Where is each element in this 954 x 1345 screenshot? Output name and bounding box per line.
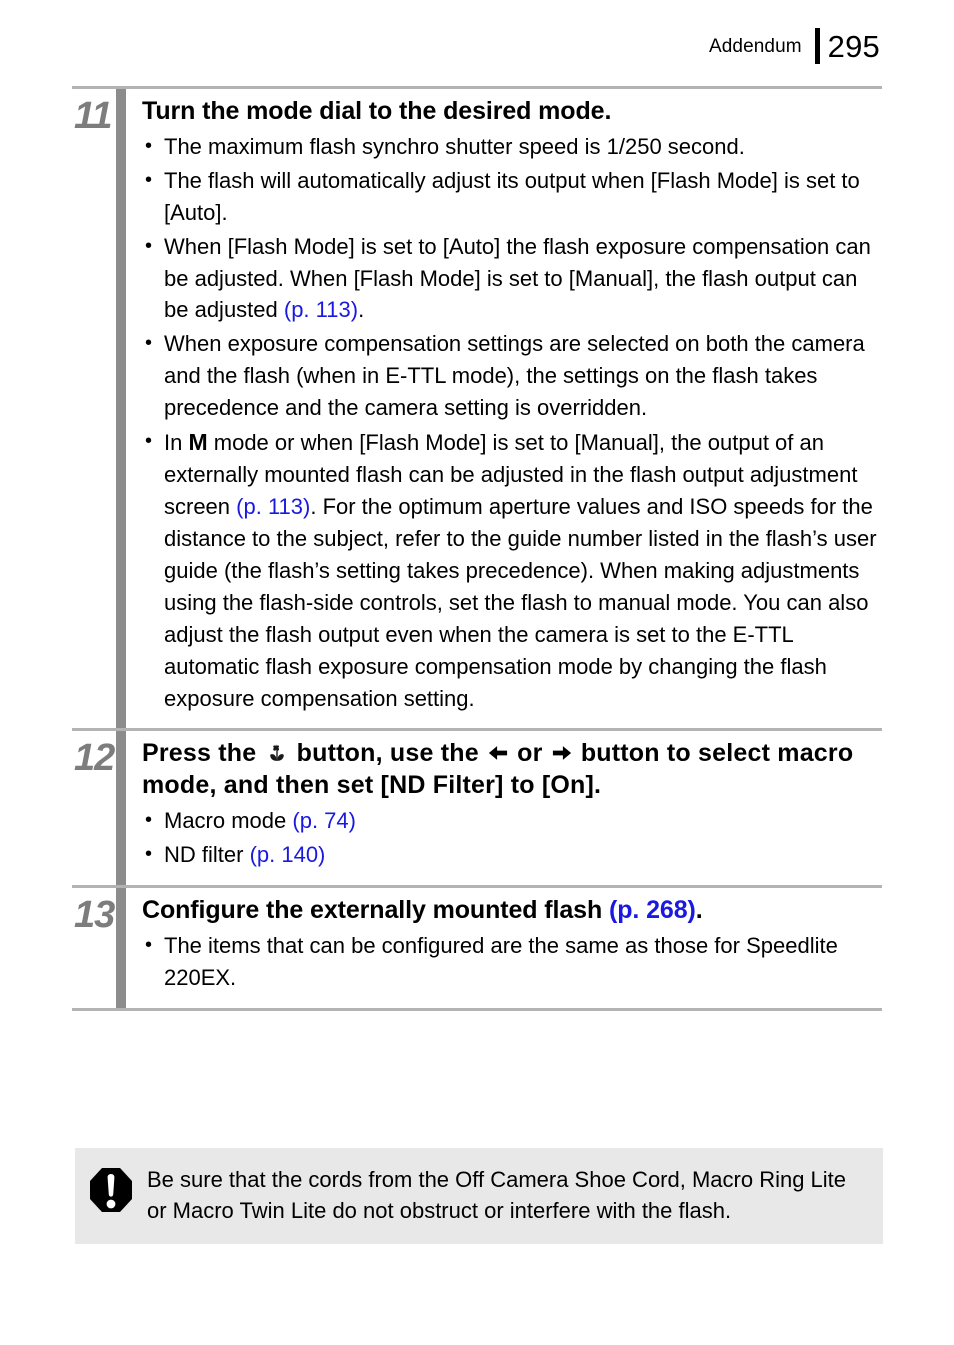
step-title-13: Configure the externally mounted flash (…	[142, 894, 882, 926]
bullet-text: In	[164, 430, 189, 456]
step-bullet-list-11: The maximum flash synchro shutter speed …	[142, 131, 882, 714]
macro-flower-icon	[266, 740, 288, 762]
bullet-text-tail: . For the optimum aperture values and IS…	[164, 494, 877, 711]
list-item: When [Flash Mode] is set to [Auto] the f…	[142, 231, 882, 327]
list-item: The flash will automatically adjust its …	[142, 165, 882, 229]
step-block-13: 13 Configure the externally mounted flas…	[72, 888, 882, 1009]
step-number-11: 11	[72, 89, 116, 728]
page-reference-link[interactable]: (p. 140)	[250, 842, 326, 867]
list-item: In M mode or when [Flash Mode] is set to…	[142, 426, 882, 714]
step-accent-bar	[116, 731, 126, 886]
step-body-12: Press the button, use the or button to s…	[142, 731, 882, 885]
step-body-13: Configure the externally mounted flash (…	[142, 888, 882, 1008]
step-number-label: 13	[74, 894, 115, 937]
step-title-part: or	[509, 739, 550, 768]
step-number-label: 12	[74, 737, 115, 780]
list-item: The maximum flash synchro shutter speed …	[142, 131, 882, 163]
bullet-text: The flash will automatically adjust its …	[164, 167, 860, 225]
step-number-label: 11	[74, 95, 112, 137]
step-bullet-list-12: Macro mode (p. 74) ND filter (p. 140)	[142, 805, 882, 871]
step-title-11: Turn the mode dial to the desired mode.	[142, 97, 612, 125]
step-title-part: Configure the externally mounted flash	[142, 896, 609, 925]
warning-callout: Be sure that the cords from the Off Came…	[75, 1148, 883, 1245]
header-section-label: Addendum	[708, 35, 802, 57]
bullet-text: The maximum flash synchro shutter speed …	[164, 134, 745, 159]
exclamation-octagon-icon	[89, 1164, 141, 1219]
step-block-12: 12 Press the button, use the or button t…	[72, 731, 882, 886]
step-body-11: Turn the mode dial to the desired mode. …	[142, 89, 882, 728]
step-title-12: Press the button, use the or button to s…	[142, 737, 882, 801]
page-reference-link[interactable]: (p. 113)	[284, 297, 358, 322]
warning-text: Be sure that the cords from the Off Came…	[147, 1167, 847, 1224]
step-block-11: 11 Turn the mode dial to the desired mod…	[72, 89, 882, 729]
step-accent-bar	[116, 888, 126, 1009]
list-item: Macro mode (p. 74)	[142, 805, 882, 837]
arrow-left-icon	[487, 739, 509, 761]
page-content: 11 Turn the mode dial to the desired mod…	[72, 86, 882, 1012]
list-item: ND filter (p. 140)	[142, 839, 882, 871]
step-number-12: 12	[72, 731, 116, 885]
page-reference-link[interactable]: (p. 268)	[609, 896, 696, 924]
step-accent-bar	[116, 89, 126, 729]
page-reference-link[interactable]: (p. 74)	[292, 808, 356, 833]
bullet-text: Macro mode	[164, 808, 293, 834]
list-item: When exposure compensation settings are …	[142, 328, 882, 424]
page-number: 295	[827, 28, 880, 64]
bullet-text-tail: .	[358, 297, 365, 323]
step-title-part: .	[695, 896, 703, 925]
page-header: Addendum 295	[709, 24, 880, 68]
bullet-text: When exposure compensation settings are …	[164, 331, 865, 421]
step-number-13: 13	[72, 888, 116, 1008]
bullet-text: ND filter	[164, 842, 250, 868]
manual-mode-icon: M	[188, 429, 208, 456]
bullet-text: When [Flash Mode] is set to [Auto] the f…	[164, 233, 871, 323]
divider-bottom	[72, 1008, 882, 1012]
list-item: The items that can be configured are the…	[142, 930, 882, 994]
step-bullet-list-13: The items that can be configured are the…	[142, 930, 882, 994]
arrow-right-icon	[551, 739, 573, 761]
bullet-text: The items that can be configured are the…	[164, 933, 838, 991]
step-title-part: Press the	[142, 739, 264, 768]
page-reference-link[interactable]: (p. 113)	[236, 494, 310, 519]
step-title-part: button, use the	[289, 739, 486, 768]
